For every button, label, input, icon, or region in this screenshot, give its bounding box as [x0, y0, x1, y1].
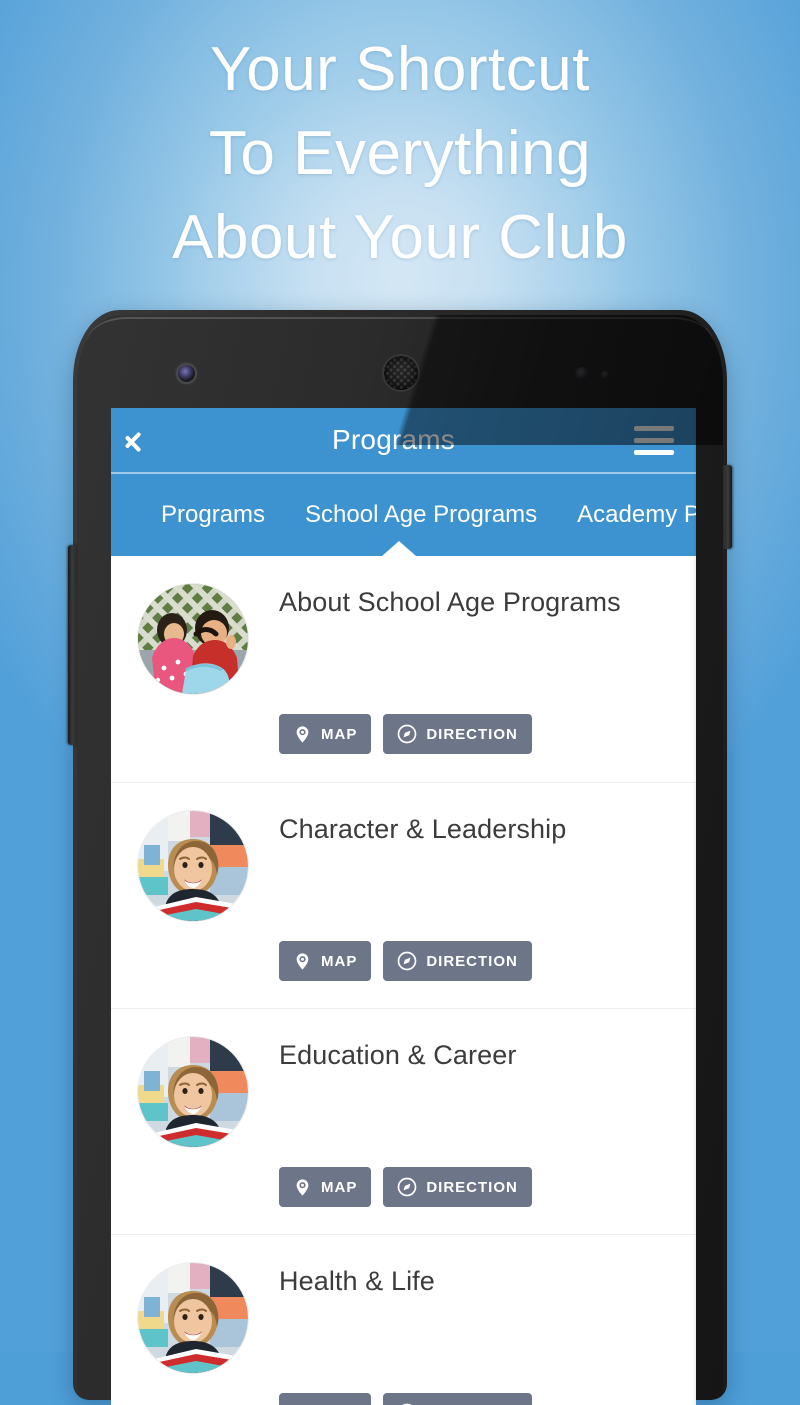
compass-icon	[397, 951, 417, 971]
tab-programs[interactable]: Programs	[141, 501, 285, 529]
list-item-title: Health & Life	[279, 1266, 435, 1297]
power-button[interactable]	[723, 465, 732, 549]
bezel-highlight	[87, 317, 713, 343]
map-button[interactable]: MAP	[279, 1167, 371, 1207]
ambient-light-sensor-icon	[601, 371, 609, 379]
list-item-title: About School Age Programs	[279, 587, 621, 618]
direction-button-label: DIRECTION	[426, 1179, 518, 1196]
tab-academy-programs[interactable]: Academy Pro	[557, 501, 696, 529]
map-button[interactable]: MAP	[279, 1393, 371, 1405]
hamburger-bar-3	[634, 450, 674, 455]
tab-bar[interactable]: Programs School Age Programs Academy Pro	[111, 474, 696, 556]
list-item[interactable]: Health & Life MAP	[111, 1234, 696, 1405]
list-item-title: Character & Leadership	[279, 814, 566, 845]
tab-school-age-programs[interactable]: School Age Programs	[285, 501, 557, 529]
map-button[interactable]: MAP	[279, 714, 371, 754]
back-button[interactable]	[111, 408, 183, 472]
front-camera-icon	[178, 365, 195, 382]
list-item[interactable]: Education & Career MAP	[111, 1008, 696, 1234]
volume-rocker-button[interactable]	[68, 545, 77, 745]
map-button-label: MAP	[321, 953, 357, 970]
compass-icon	[397, 724, 417, 744]
page-title: Programs	[175, 424, 612, 456]
list-item[interactable]: About School Age Programs MAP	[111, 556, 696, 782]
earpiece-speaker-icon	[384, 356, 418, 390]
headline-line-1: Your Shortcut	[0, 28, 800, 112]
direction-button[interactable]: DIRECTION	[383, 1393, 532, 1405]
phone-device-mockup: Programs Programs School Age Programs Ac…	[73, 310, 727, 1400]
program-list: About School Age Programs MAP	[111, 556, 696, 1405]
avatar	[138, 1263, 248, 1373]
avatar	[138, 1037, 248, 1147]
direction-button-label: DIRECTION	[426, 726, 518, 743]
direction-button[interactable]: DIRECTION	[383, 714, 532, 754]
direction-button-label: DIRECTION	[426, 953, 518, 970]
phone-bezel: Programs Programs School Age Programs Ac…	[77, 315, 723, 1400]
avatar	[138, 811, 248, 921]
map-pin-icon	[293, 1178, 312, 1197]
headline-line-3: About Your Club	[0, 196, 800, 280]
map-pin-icon	[293, 952, 312, 971]
avatar	[138, 584, 248, 694]
map-button-label: MAP	[321, 726, 357, 743]
app-header: Programs	[111, 408, 696, 472]
hamburger-bar-2	[634, 438, 674, 443]
map-button-label: MAP	[321, 1179, 357, 1196]
list-item-actions: MAP DIRECTION	[279, 1393, 532, 1405]
list-item-actions: MAP DIRECTION	[279, 941, 532, 981]
map-pin-icon	[293, 725, 312, 744]
list-item-title: Education & Career	[279, 1040, 516, 1071]
direction-button[interactable]: DIRECTION	[383, 1167, 532, 1207]
list-item-actions: MAP DIRECTION	[279, 1167, 532, 1207]
list-item[interactable]: Character & Leadership MAP	[111, 782, 696, 1008]
proximity-sensor-icon	[575, 367, 589, 381]
active-tab-indicator	[382, 541, 416, 556]
hamburger-bar-1	[634, 426, 674, 431]
chevron-left-icon	[138, 423, 157, 457]
direction-button[interactable]: DIRECTION	[383, 941, 532, 981]
map-button[interactable]: MAP	[279, 941, 371, 981]
compass-icon	[397, 1177, 417, 1197]
list-item-actions: MAP DIRECTION	[279, 714, 532, 754]
phone-screen: Programs Programs School Age Programs Ac…	[111, 408, 696, 1405]
headline-line-2: To Everything	[0, 112, 800, 196]
hamburger-menu-button[interactable]	[612, 408, 696, 472]
promo-headline: Your Shortcut To Everything About Your C…	[0, 28, 800, 280]
